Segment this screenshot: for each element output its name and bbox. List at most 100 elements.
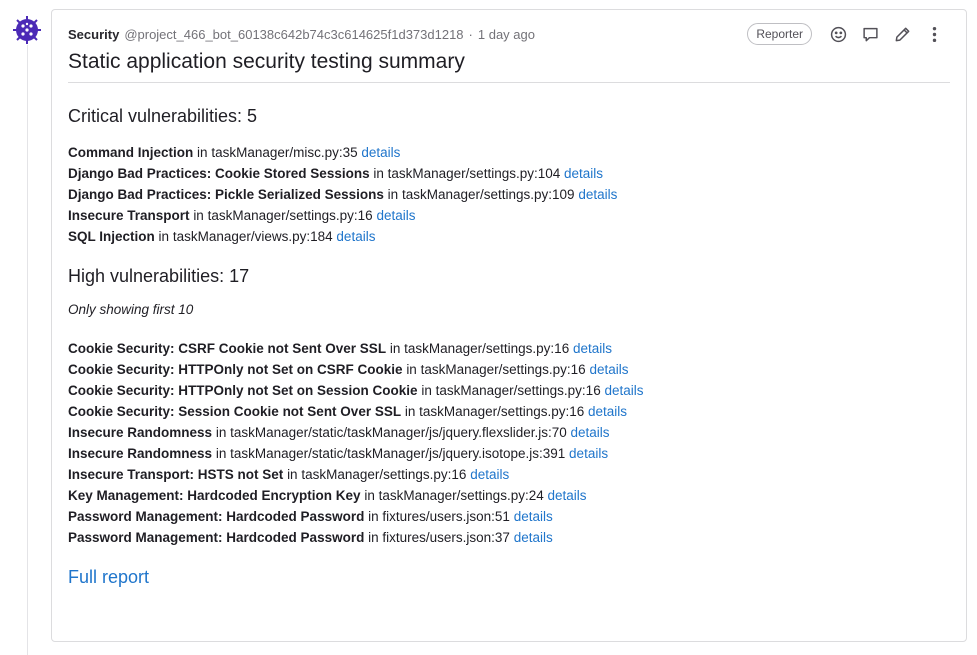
smiley-icon [830,26,846,42]
high-showing-note: Only showing first 10 [68,302,194,317]
vulnerability-location: taskManager/settings.py:24 [378,488,544,503]
more-actions-button[interactable] [918,22,950,46]
details-link[interactable]: details [578,187,617,202]
role-badge: Reporter [747,23,812,45]
vulnerability-name: Cookie Security: HTTPOnly not Set on CSR… [68,362,403,377]
vulnerability-location: taskManager/settings.py:104 [387,166,561,181]
edit-button[interactable] [886,22,918,46]
high-vulnerability-list: Cookie Security: CSRF Cookie not Sent Ov… [68,338,950,548]
note-actions: Reporter [747,22,950,46]
vulnerability-location: taskManager/settings.py:16 [419,404,585,419]
details-link[interactable]: details [361,145,400,160]
vulnerability-location: taskManager/settings.py:109 [401,187,575,202]
details-link[interactable]: details [376,208,415,223]
details-link[interactable]: details [470,467,509,482]
vulnerability-item: Command Injection in taskManager/misc.py… [68,142,950,163]
details-link[interactable]: details [336,229,375,244]
details-link[interactable]: details [573,341,612,356]
vulnerability-name: Django Bad Practices: Pickle Serialized … [68,187,384,202]
vulnerability-item: Insecure Transport: HSTS not Set in task… [68,464,950,485]
vulnerability-in: in [387,187,399,202]
vulnerability-item: Cookie Security: CSRF Cookie not Sent Ov… [68,338,950,359]
comment-icon [862,27,878,41]
high-heading: High vulnerabilities: 17 [68,266,250,286]
add-reaction-button[interactable] [822,22,854,46]
pencil-icon [895,27,909,41]
vulnerability-in: in [287,467,298,482]
vulnerability-name: Cookie Security: Session Cookie not Sent… [68,404,402,419]
vulnerability-name: Insecure Transport: HSTS not Set [68,467,284,482]
vulnerability-in: in [406,362,417,377]
vulnerability-in: in [389,341,401,356]
critical-heading: Critical vulnerabilities: 5 [68,106,258,126]
full-report-link[interactable]: Full report [68,567,149,588]
details-link[interactable]: details [514,530,553,545]
vulnerability-name: Cookie Security: HTTPOnly not Set on Ses… [68,383,418,398]
vulnerability-item: Django Bad Practices: Pickle Serialized … [68,184,950,205]
details-link[interactable]: details [604,383,643,398]
vulnerability-in: in [364,488,375,503]
vulnerability-in: in [158,229,170,244]
vulnerability-location: taskManager/misc.py:35 [211,145,358,160]
vulnerability-item: SQL Injection in taskManager/views.py:18… [68,226,950,247]
vulnerability-item: Insecure Transport in taskManager/settin… [68,205,950,226]
vulnerability-item: Password Management: Hardcoded Password … [68,506,950,527]
vulnerability-item: Django Bad Practices: Cookie Stored Sess… [68,163,950,184]
vulnerability-in: in [404,404,416,419]
vulnerability-name: Cookie Security: CSRF Cookie not Sent Ov… [68,341,387,356]
details-link[interactable]: details [588,404,627,419]
vulnerability-location: fixtures/users.json:51 [382,509,510,524]
details-link[interactable]: details [571,425,610,440]
vulnerability-in: in [197,145,208,160]
vulnerability-item: Key Management: Hardcoded Encryption Key… [68,485,950,506]
vulnerability-item: Cookie Security: HTTPOnly not Set on Ses… [68,380,950,401]
vulnerability-name: Insecure Transport [68,208,190,223]
vulnerability-name: Insecure Randomness [68,425,213,440]
note-timestamp[interactable]: 1 day ago [478,27,535,42]
vulnerability-location: taskManager/views.py:184 [172,229,333,244]
timeline-line [27,45,28,655]
note-header: Security @project_466_bot_60138c642b74c3… [68,23,950,45]
vulnerability-item: Insecure Randomness in taskManager/stati… [68,443,950,464]
vulnerability-location: taskManager/static/taskManager/js/jquery… [230,446,566,461]
details-link[interactable]: details [547,488,586,503]
vulnerability-name: Command Injection [68,145,194,160]
reply-button[interactable] [854,22,886,46]
vulnerability-name: Password Management: Hardcoded Password [68,509,365,524]
vulnerability-in: in [193,208,204,223]
note-body: Critical vulnerabilities: 5 Command Inje… [68,106,950,588]
kebab-menu-icon [932,26,936,42]
vulnerability-location: fixtures/users.json:37 [382,530,510,545]
vulnerability-in: in [421,383,432,398]
vulnerability-in: in [368,530,379,545]
bug-avatar-icon [13,16,41,44]
note-title: Static application security testing summ… [68,50,950,83]
vulnerability-location: taskManager/settings.py:16 [420,362,586,377]
vulnerability-name: Django Bad Practices: Cookie Stored Sess… [68,166,370,181]
details-link[interactable]: details [569,446,608,461]
vulnerability-in: in [368,509,379,524]
author-avatar[interactable] [12,15,42,45]
details-link[interactable]: details [564,166,603,181]
vulnerability-item: Insecure Randomness in taskManager/stati… [68,422,950,443]
vulnerability-item: Cookie Security: HTTPOnly not Set on CSR… [68,359,950,380]
vulnerability-name: SQL Injection [68,229,155,244]
critical-vulnerability-list: Command Injection in taskManager/misc.py… [68,142,950,247]
details-link[interactable]: details [589,362,628,377]
vulnerability-in: in [373,166,384,181]
vulnerability-location: taskManager/settings.py:16 [207,208,373,223]
vulnerability-location: taskManager/settings.py:16 [404,341,570,356]
vulnerability-location: taskManager/static/taskManager/js/jquery… [230,425,567,440]
author-name[interactable]: Security [68,27,119,42]
vulnerability-location: taskManager/settings.py:16 [435,383,601,398]
author-username[interactable]: @project_466_bot_60138c642b74c3c614625f1… [124,27,463,42]
security-note: Security @project_466_bot_60138c642b74c3… [51,9,967,642]
vulnerability-name: Insecure Randomness [68,446,213,461]
vulnerability-item: Password Management: Hardcoded Password … [68,527,950,548]
vulnerability-in: in [215,446,227,461]
vulnerability-name: Password Management: Hardcoded Password [68,530,365,545]
vulnerability-name: Key Management: Hardcoded Encryption Key [68,488,361,503]
details-link[interactable]: details [514,509,553,524]
vulnerability-item: Cookie Security: Session Cookie not Sent… [68,401,950,422]
